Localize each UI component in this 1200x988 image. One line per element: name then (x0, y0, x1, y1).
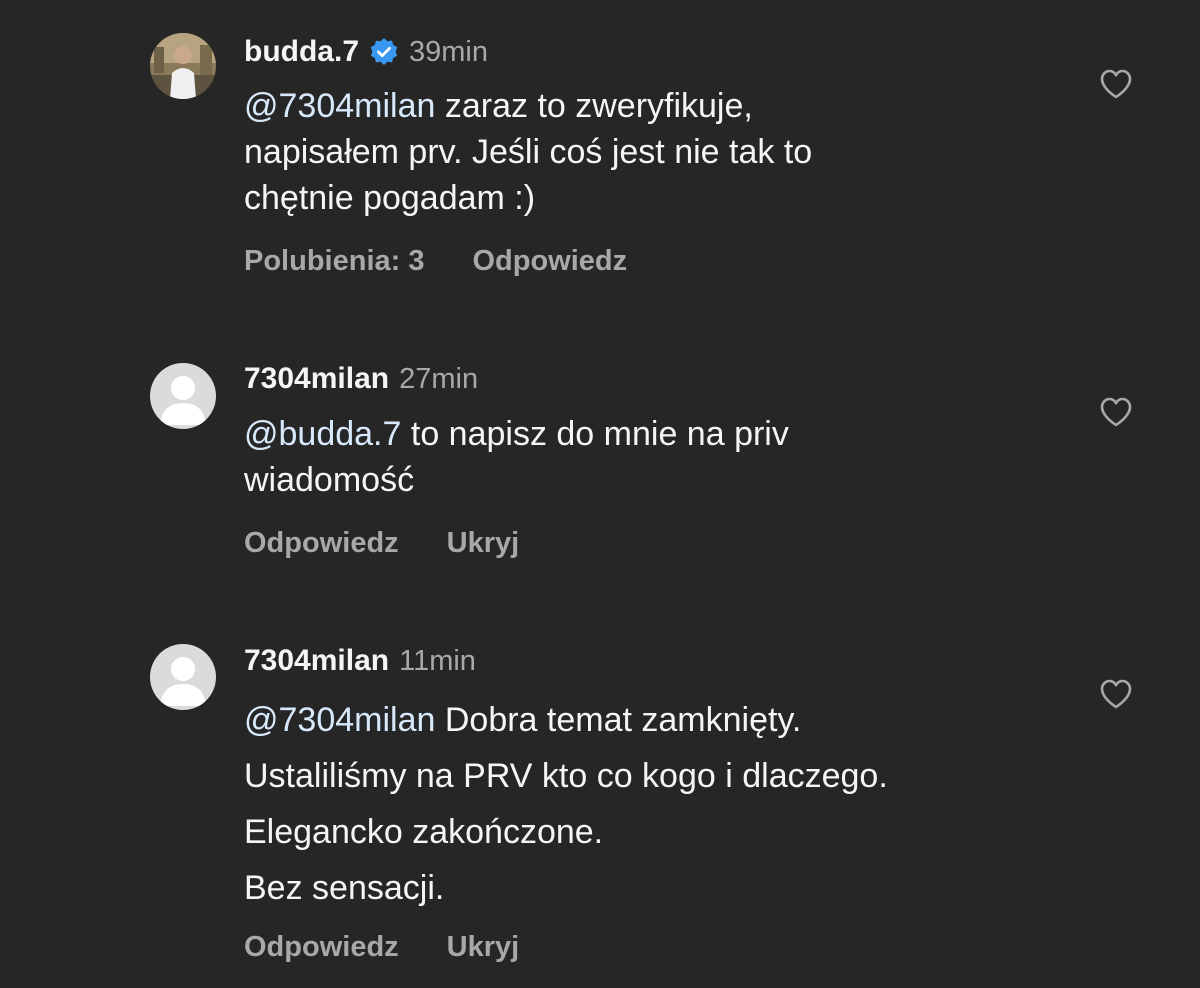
comment-line: chętnie pogadam :) (244, 179, 536, 217)
comment-line-text: to napisz do mnie na priv (401, 415, 789, 453)
mention-link[interactable]: @budda.7 (244, 415, 401, 453)
comment-line-text: zaraz to zweryfikuje, (435, 87, 753, 125)
comment-actions: Odpowiedz Ukryj (244, 927, 567, 967)
comment-header: 7304milan 27min (244, 359, 478, 399)
hide-button[interactable]: Ukryj (447, 527, 520, 560)
username[interactable]: 7304milan (244, 362, 389, 396)
default-avatar-icon[interactable] (150, 363, 216, 429)
hide-button[interactable]: Ukryj (447, 931, 520, 964)
comment-line: Elegancko zakończone. (244, 813, 604, 851)
username[interactable]: budda.7 (244, 35, 359, 69)
comment-timestamp: 27min (399, 362, 479, 395)
comment-line: Bez sensacji. (244, 869, 445, 907)
reply-button[interactable]: Odpowiedz (244, 931, 399, 964)
avatar-budda[interactable] (150, 33, 216, 99)
mention-link[interactable]: @7304milan (244, 701, 435, 739)
comment-timestamp: 11min (399, 644, 476, 677)
comment-line: @budda.7 to napisz do mnie na priv (244, 411, 1104, 457)
comment-line: @7304milan Dobra temat zamknięty. (244, 692, 1104, 748)
comment-text: @7304milan zaraz to zweryfikuje, napisał… (244, 83, 1104, 221)
mention-link[interactable]: @7304milan (244, 87, 435, 125)
comment-timestamp: 39min (409, 35, 489, 68)
comment-text: @budda.7 to napisz do mnie na priv wiado… (244, 411, 1104, 503)
comment-header: budda.7 39min (244, 32, 488, 72)
comment-actions: Polubienia: 3 Odpowiedz (244, 241, 675, 281)
comment-header: 7304milan 11min (244, 641, 476, 681)
comment-line: napisałem prv. Jeśli coś jest nie tak to (244, 133, 813, 171)
heart-outline-icon[interactable] (1099, 68, 1133, 100)
comment-line: Ustaliliśmy na PRV kto co kogo i dlaczeg… (244, 757, 888, 795)
heart-outline-icon[interactable] (1099, 678, 1133, 710)
reply-button[interactable]: Odpowiedz (244, 527, 399, 560)
heart-outline-icon[interactable] (1099, 396, 1133, 428)
comment-line: @7304milan zaraz to zweryfikuje, (244, 83, 1104, 129)
verified-badge-icon (369, 37, 399, 67)
comment-line-text: Dobra temat zamknięty. (435, 701, 802, 739)
reply-button[interactable]: Odpowiedz (472, 245, 627, 278)
likes-count-button[interactable]: Polubienia: 3 (244, 245, 424, 278)
default-avatar-icon[interactable] (150, 644, 216, 710)
comment-line: wiadomość (244, 461, 415, 499)
username[interactable]: 7304milan (244, 644, 389, 678)
comment-actions: Odpowiedz Ukryj (244, 523, 567, 563)
comment-text: @7304milan Dobra temat zamknięty. Ustali… (244, 692, 1104, 916)
